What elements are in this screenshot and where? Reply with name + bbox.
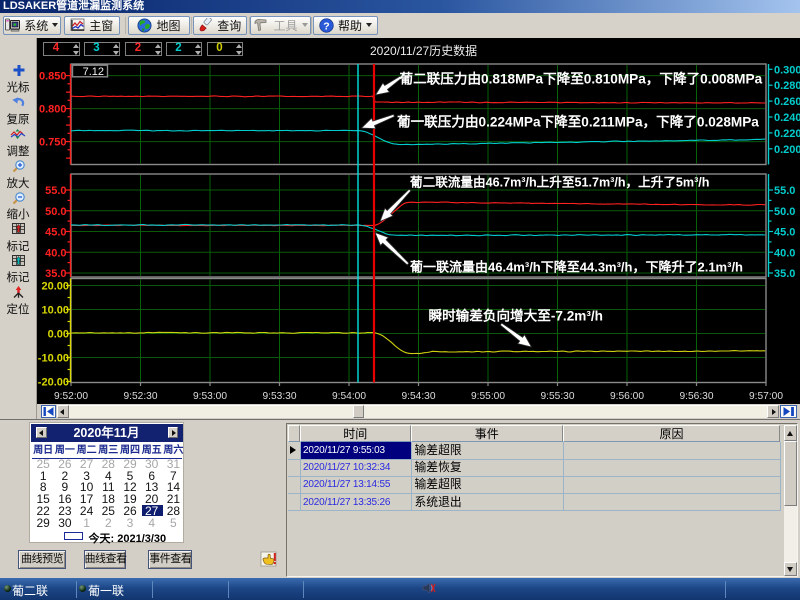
svg-text:葡二联压力由0.818MPa下降至0.810MPa，下降了0: 葡二联压力由0.818MPa下降至0.810MPa，下降了0.008MPa	[399, 71, 763, 87]
svg-text:7.12: 7.12	[83, 66, 104, 78]
svg-text:0.800: 0.800	[39, 104, 67, 116]
svg-text:35.0: 35.0	[45, 268, 66, 280]
svg-text:40.0: 40.0	[774, 247, 795, 259]
svg-text:9:54:30: 9:54:30	[402, 391, 436, 402]
svg-text:40.0: 40.0	[45, 247, 66, 259]
svg-text:0.300: 0.300	[774, 64, 800, 76]
svg-text:9:54:00: 9:54:00	[332, 391, 366, 402]
svg-text:0.280: 0.280	[774, 80, 800, 92]
svg-text:0.240: 0.240	[774, 112, 800, 124]
svg-text:9:52:00: 9:52:00	[54, 391, 88, 402]
svg-text:10.00: 10.00	[41, 305, 69, 317]
svg-text:55.0: 55.0	[774, 185, 795, 197]
svg-text:20.00: 20.00	[41, 281, 69, 293]
svg-text:9:57:00: 9:57:00	[749, 391, 783, 402]
svg-text:葡一联压力由0.224MPa下降至0.211MPa，下降了0: 葡一联压力由0.224MPa下降至0.211MPa，下降了0.028MPa	[396, 114, 759, 130]
svg-text:9:56:30: 9:56:30	[680, 391, 714, 402]
svg-text:-20.00: -20.00	[38, 377, 69, 389]
svg-text:50.0: 50.0	[45, 206, 66, 218]
svg-text:45.0: 45.0	[774, 227, 795, 239]
svg-text:0.00: 0.00	[48, 329, 69, 341]
svg-text:50.0: 50.0	[774, 206, 795, 218]
svg-text:9:55:00: 9:55:00	[471, 391, 505, 402]
svg-text:9:53:30: 9:53:30	[263, 391, 297, 402]
svg-text:35.0: 35.0	[774, 268, 795, 280]
svg-text:55.0: 55.0	[45, 185, 66, 197]
svg-text:0.200: 0.200	[774, 144, 800, 156]
svg-text:0.260: 0.260	[774, 96, 800, 108]
svg-text:葡二联流量由46.7m³/h上升至51.7m³/h，上升了5: 葡二联流量由46.7m³/h上升至51.7m³/h，上升了5m³/h	[409, 175, 710, 190]
svg-text:45.0: 45.0	[45, 227, 66, 239]
svg-text:0.220: 0.220	[774, 128, 800, 140]
svg-text:9:52:30: 9:52:30	[124, 391, 158, 402]
svg-text:0.850: 0.850	[39, 71, 67, 83]
svg-text:0.750: 0.750	[39, 137, 67, 149]
svg-text:9:55:30: 9:55:30	[541, 391, 575, 402]
svg-text:9:56:00: 9:56:00	[610, 391, 644, 402]
svg-text:瞬时输差负向增大至-7.2m³/h: 瞬时输差负向增大至-7.2m³/h	[429, 307, 603, 323]
svg-text:葡一联流量由46.4m³/h下降至44.3m³/h，下降升了: 葡一联流量由46.4m³/h下降至44.3m³/h，下降升了2.1m³/h	[409, 260, 743, 275]
svg-text:9:53:00: 9:53:00	[193, 391, 227, 402]
svg-text:-10.00: -10.00	[38, 353, 69, 365]
